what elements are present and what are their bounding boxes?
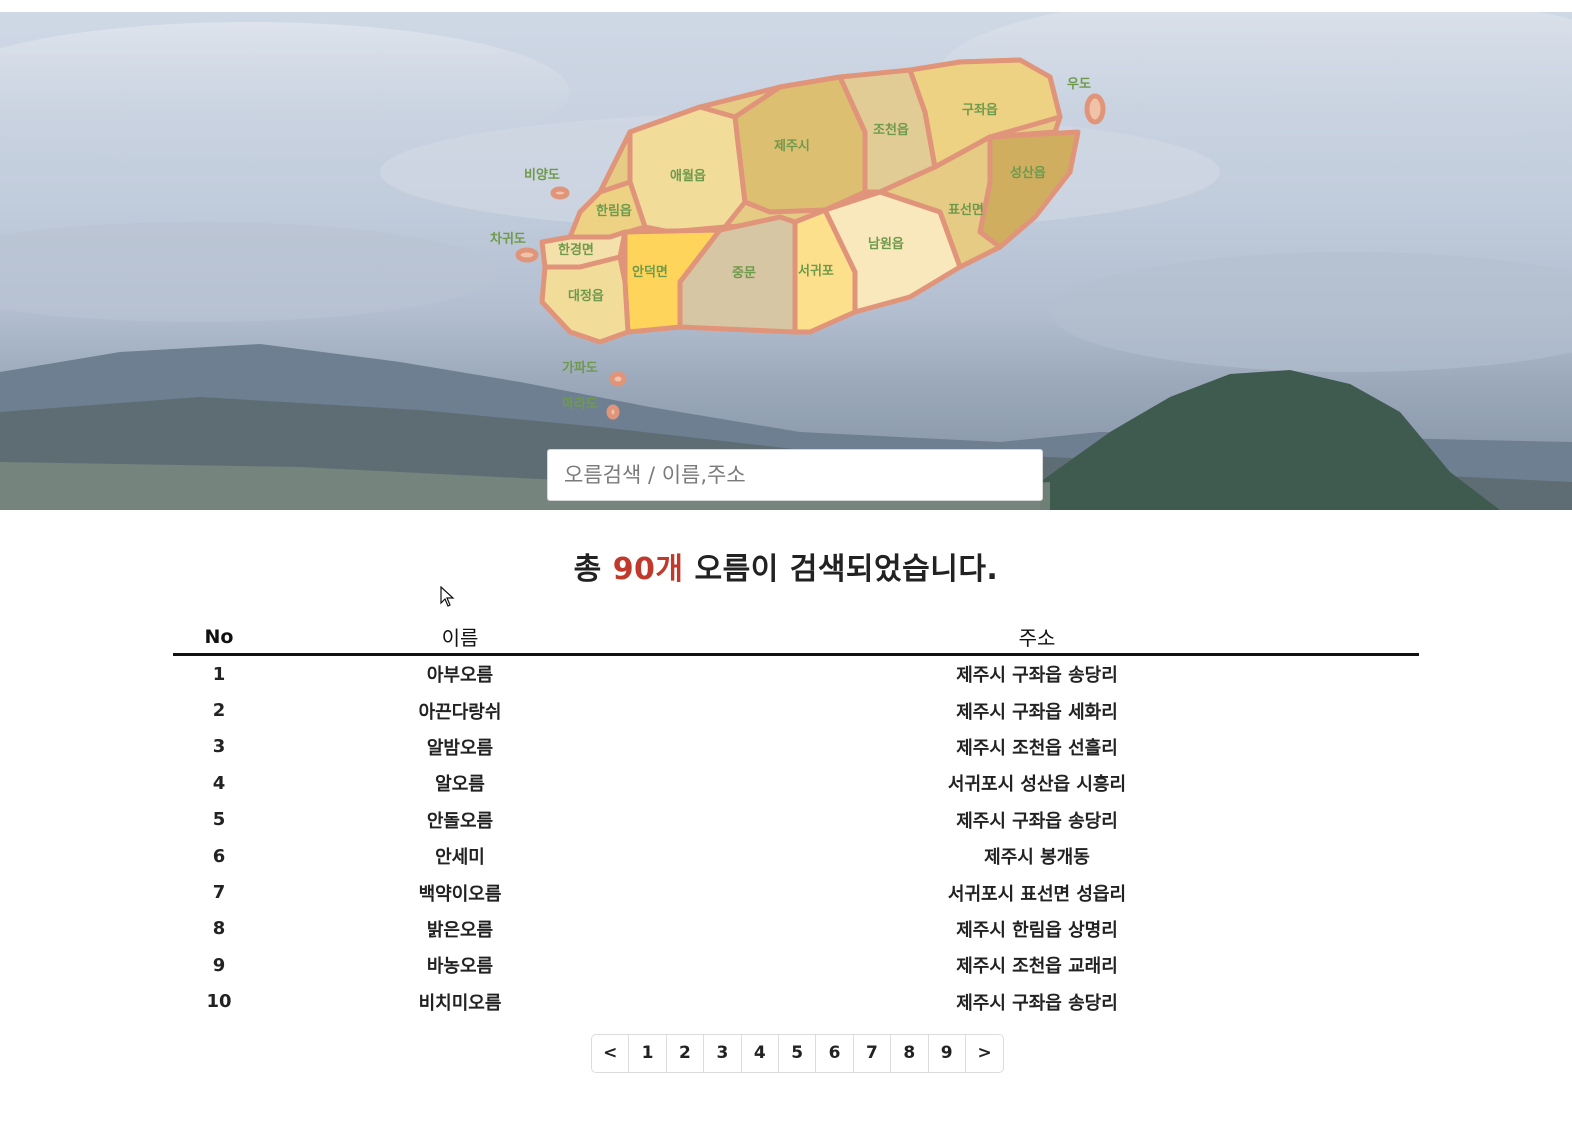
- map-label-aewol[interactable]: 애월읍: [670, 168, 706, 184]
- row-address: 서귀포시 표선면 성읍리: [947, 883, 1127, 905]
- map-label-andeok[interactable]: 안덕면: [632, 264, 668, 280]
- map-label-seogwipo[interactable]: 서귀포: [798, 263, 834, 279]
- row-no: 10: [206, 991, 232, 1013]
- page-button-9[interactable]: 9: [929, 1035, 966, 1072]
- row-address: 서귀포시 성산읍 시흥리: [947, 774, 1127, 796]
- row-address: 제주시 한림읍 상명리: [956, 919, 1118, 941]
- table-row[interactable]: 1 아부오름 제주시 구좌읍 송당리: [173, 655, 1419, 693]
- map-label-hallim[interactable]: 한림읍: [596, 203, 632, 219]
- summary-suffix: 오름이 검색되었습니다.: [683, 552, 999, 587]
- result-summary: 총 90개 오름이 검색되었습니다.: [0, 544, 1572, 588]
- page-button-6[interactable]: 6: [816, 1035, 854, 1072]
- row-no: 7: [212, 882, 226, 904]
- row-name[interactable]: 아끈다랑쉬: [265, 692, 655, 728]
- table-body: 1 아부오름 제주시 구좌읍 송당리 2 아끈다랑쉬 제주시 구좌읍 세화리 3 알밤오름…: [173, 655, 1419, 1020]
- page-button-8[interactable]: 8: [891, 1035, 929, 1072]
- next-page-button[interactable]: >: [966, 1035, 1003, 1072]
- map-label-chagwido[interactable]: 차귀도: [490, 231, 526, 247]
- map-label-marado[interactable]: 마라도: [562, 396, 598, 412]
- row-address: 제주시 조천읍 교래리: [956, 956, 1118, 978]
- row-name[interactable]: 알오름: [265, 765, 655, 801]
- map-label-gapado[interactable]: 가파도: [562, 361, 598, 376]
- oreum-search-input[interactable]: [547, 449, 1043, 501]
- map-label-daejeong[interactable]: 대정읍: [568, 288, 604, 304]
- result-count: 90개: [612, 552, 684, 587]
- mouse-cursor-icon: [440, 586, 455, 607]
- map-label-gujwa[interactable]: 구좌읍: [962, 102, 998, 118]
- map-label-pyoseon[interactable]: 표선면: [948, 202, 984, 218]
- row-name[interactable]: 비치미오름: [265, 984, 655, 1020]
- pagination: < 1 2 3 4 5 6 7 8 9 >: [591, 1034, 1005, 1073]
- map-label-biyangdo[interactable]: 비양도: [524, 168, 560, 183]
- map-label-hangyeong[interactable]: 한경면: [558, 242, 594, 258]
- column-header-no: No: [173, 618, 265, 656]
- table-row[interactable]: 6 안세미 제주시 봉개동: [173, 838, 1419, 874]
- table-row[interactable]: 3 알밤오름 제주시 조천읍 선흘리: [173, 729, 1419, 765]
- table-header: No 이름 주소: [173, 618, 1419, 656]
- map-label-jocheon[interactable]: 조천읍: [873, 122, 909, 138]
- prev-page-button[interactable]: <: [592, 1035, 630, 1072]
- column-header-name: 이름: [265, 618, 655, 656]
- row-name[interactable]: 아부오름: [265, 655, 655, 693]
- table-row[interactable]: 7 백약이오름 서귀포시 표선면 성읍리: [173, 874, 1419, 910]
- jeju-region-map[interactable]: 우도 구좌읍 조천읍 제주시 애월읍 성산읍 비양도 한림읍 표선면 남원읍 차…: [480, 42, 1120, 442]
- row-no: 2: [212, 700, 226, 722]
- row-no: 3: [212, 736, 226, 758]
- hero-banner: 우도 구좌읍 조천읍 제주시 애월읍 성산읍 비양도 한림읍 표선면 남원읍 차…: [0, 12, 1572, 510]
- row-name[interactable]: 밝은오름: [265, 911, 655, 947]
- map-label-jungmun[interactable]: 중문: [732, 266, 756, 281]
- map-label-jeju-si[interactable]: 제주시: [774, 139, 810, 154]
- map-label-namwon[interactable]: 남원읍: [868, 236, 904, 252]
- page-button-3[interactable]: 3: [704, 1035, 742, 1072]
- table-row[interactable]: 10 비치미오름 제주시 구좌읍 송당리: [173, 984, 1419, 1020]
- page-button-7[interactable]: 7: [854, 1035, 892, 1072]
- row-address: 제주시 구좌읍 송당리: [956, 665, 1118, 687]
- row-no: 9: [212, 954, 226, 976]
- row-name[interactable]: 안돌오름: [265, 802, 655, 838]
- row-name[interactable]: 안세미: [265, 838, 655, 874]
- table-row[interactable]: 2 아끈다랑쉬 제주시 구좌읍 세화리: [173, 692, 1419, 728]
- row-name[interactable]: 알밤오름: [265, 729, 655, 765]
- row-address: 제주시 구좌읍 송당리: [956, 992, 1118, 1014]
- row-name[interactable]: 백약이오름: [265, 874, 655, 910]
- row-no: 5: [212, 809, 226, 831]
- column-header-address: 주소: [655, 618, 1419, 656]
- page-button-1[interactable]: 1: [629, 1035, 667, 1072]
- page-button-5[interactable]: 5: [779, 1035, 817, 1072]
- page-button-4[interactable]: 4: [742, 1035, 779, 1072]
- summary-prefix: 총: [573, 552, 613, 587]
- table-row[interactable]: 8 밝은오름 제주시 한림읍 상명리: [173, 911, 1419, 947]
- row-no: 6: [212, 845, 226, 867]
- table-row[interactable]: 9 바농오름 제주시 조천읍 교래리: [173, 947, 1419, 983]
- row-name[interactable]: 바농오름: [265, 947, 655, 983]
- row-no: 1: [212, 663, 226, 685]
- row-no: 8: [212, 918, 226, 940]
- row-address: 제주시 봉개동: [984, 847, 1090, 869]
- row-no: 4: [212, 772, 226, 794]
- page-button-2[interactable]: 2: [667, 1035, 705, 1072]
- table-row[interactable]: 4 알오름 서귀포시 성산읍 시흥리: [173, 765, 1419, 801]
- oreum-table: No 이름 주소 1 아부오름 제주시 구좌읍 송당리 2 아끈다랑쉬 제주시 구좌읍 …: [173, 618, 1419, 1020]
- map-label-udo[interactable]: 우도: [1067, 77, 1091, 92]
- row-address: 제주시 조천읍 선흘리: [956, 737, 1118, 759]
- table-row[interactable]: 5 안돌오름 제주시 구좌읍 송당리: [173, 802, 1419, 838]
- row-address: 제주시 구좌읍 송당리: [956, 810, 1118, 832]
- row-address: 제주시 구좌읍 세화리: [956, 701, 1118, 723]
- map-label-seongsan[interactable]: 성산읍: [1010, 165, 1046, 181]
